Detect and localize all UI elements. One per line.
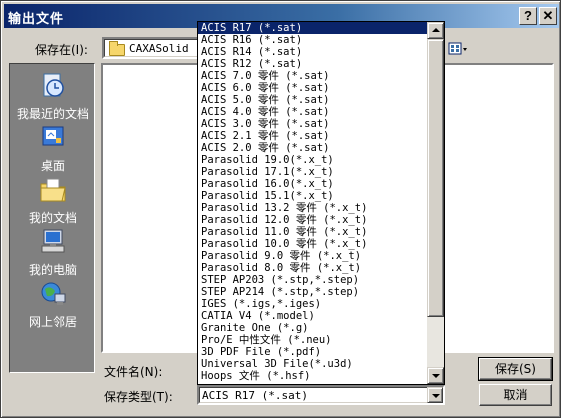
filetype-option[interactable]: ACIS 7.0 零件 (*.sat)	[198, 70, 427, 82]
save-in-value: CAXASolid	[129, 42, 189, 55]
filetype-label: 保存类型(T):	[104, 390, 173, 404]
filetype-option[interactable]: Parasolid 10.0 零件 (*.x_t)	[198, 238, 427, 250]
desktop-icon	[38, 124, 68, 152]
filetype-option[interactable]: ACIS R17 (*.sat)	[198, 22, 427, 34]
filetype-option[interactable]: Universal 3D File(*.u3d)	[198, 358, 427, 370]
filetype-option[interactable]: ACIS 2.0 零件 (*.sat)	[198, 142, 427, 154]
filetype-option[interactable]: STEP AP214 (*.stp,*.step)	[198, 286, 427, 298]
filetype-option[interactable]: ACIS 3.0 零件 (*.sat)	[198, 118, 427, 130]
close-button[interactable]: ✕	[539, 7, 557, 25]
filetype-option[interactable]: 3D PDF File (*.pdf)	[198, 346, 427, 358]
filetype-dropdown-list[interactable]: ACIS R17 (*.sat) ACIS R16 (*.sat) ACIS R14…	[197, 21, 445, 385]
filetype-option[interactable]: IGES (*.igs,*.iges)	[198, 298, 427, 310]
view-menu-icon[interactable]	[447, 38, 469, 60]
place-label: 我的文档	[28, 211, 77, 225]
export-file-dialog: 输出文件 ? ✕ 保存在(I): CAXASolid 我最近的文档 桌面 我的文…	[0, 0, 561, 418]
filetype-option[interactable]: Parasolid 13.2 零件 (*.x_t)	[198, 202, 427, 214]
filetype-option[interactable]: ACIS 2.1 零件 (*.sat)	[198, 130, 427, 142]
filetype-option[interactable]: Parasolid 16.0(*.x_t)	[198, 178, 427, 190]
filetype-option[interactable]: Parasolid 11.0 零件 (*.x_t)	[198, 226, 427, 238]
place-label: 我的电脑	[28, 263, 77, 277]
dialog-title: 输出文件	[8, 12, 65, 27]
scroll-down-button[interactable]	[427, 367, 444, 384]
filetype-option[interactable]: Parasolid 19.0(*.x_t)	[198, 154, 427, 166]
save-in-label: 保存在(I):	[35, 43, 88, 57]
place-my-documents[interactable]: 我的文档	[10, 176, 96, 226]
filetype-option[interactable]: ACIS 5.0 零件 (*.sat)	[198, 94, 427, 106]
scroll-up-button[interactable]	[427, 22, 444, 39]
save-button[interactable]: 保存(S)	[478, 357, 553, 381]
place-label: 网上邻居	[28, 315, 77, 329]
filetype-option[interactable]: ACIS 6.0 零件 (*.sat)	[198, 82, 427, 94]
filetype-option[interactable]: Hoops 文件 (*.hsf)	[198, 370, 427, 382]
filetype-options: ACIS R17 (*.sat) ACIS R16 (*.sat) ACIS R14…	[198, 22, 427, 382]
place-label: 桌面	[40, 159, 65, 173]
cancel-button[interactable]: 取消	[479, 384, 552, 406]
filetype-option[interactable]: ACIS 4.0 零件 (*.sat)	[198, 106, 427, 118]
place-my-computer[interactable]: 我的电脑	[10, 228, 96, 278]
filetype-option[interactable]: Parasolid 8.0 零件 (*.x_t)	[198, 262, 427, 274]
my-computer-icon	[38, 228, 68, 256]
scroll-thumb[interactable]	[427, 39, 444, 317]
network-places-icon	[38, 280, 68, 308]
place-label: 我最近的文档	[16, 107, 89, 121]
filetype-option[interactable]: CATIA V4 (*.model)	[198, 310, 427, 322]
place-desktop[interactable]: 桌面	[10, 124, 96, 174]
filename-label: 文件名(N):	[104, 365, 163, 379]
save-in-combo[interactable]: CAXASolid	[102, 37, 202, 59]
filetype-option[interactable]: ACIS R16 (*.sat)	[198, 34, 427, 46]
filetype-option[interactable]: Parasolid 12.0 零件 (*.x_t)	[198, 214, 427, 226]
place-network[interactable]: 网上邻居	[10, 280, 96, 330]
filetype-option[interactable]: ACIS R12 (*.sat)	[198, 58, 427, 70]
recent-documents-icon	[38, 72, 68, 100]
help-button[interactable]: ?	[519, 7, 537, 25]
filetype-option[interactable]: Granite One (*.g)	[198, 322, 427, 334]
filetype-dropdown-button[interactable]	[427, 387, 443, 403]
places-bar: 我最近的文档 桌面 我的文档 我的电脑 网上邻居	[9, 63, 95, 373]
place-recent-documents[interactable]: 我最近的文档	[10, 72, 96, 122]
filetype-option[interactable]: Pro/E 中性文件 (*.neu)	[198, 334, 427, 346]
dropdown-scrollbar[interactable]	[427, 22, 444, 384]
filetype-option[interactable]: STEP AP203 (*.stp,*.step)	[198, 274, 427, 286]
filetype-option[interactable]: Parasolid 9.0 零件 (*.x_t)	[198, 250, 427, 262]
filetype-option[interactable]: Parasolid 17.1(*.x_t)	[198, 166, 427, 178]
filetype-select[interactable]: ACIS R17 (*.sat)	[197, 385, 445, 405]
folder-icon	[109, 41, 125, 56]
filetype-option[interactable]: Parasolid 15.1(*.x_t)	[198, 190, 427, 202]
filetype-value: ACIS R17 (*.sat)	[202, 389, 308, 402]
filetype-option[interactable]: ACIS R14 (*.sat)	[198, 46, 427, 58]
my-documents-icon	[38, 176, 68, 204]
